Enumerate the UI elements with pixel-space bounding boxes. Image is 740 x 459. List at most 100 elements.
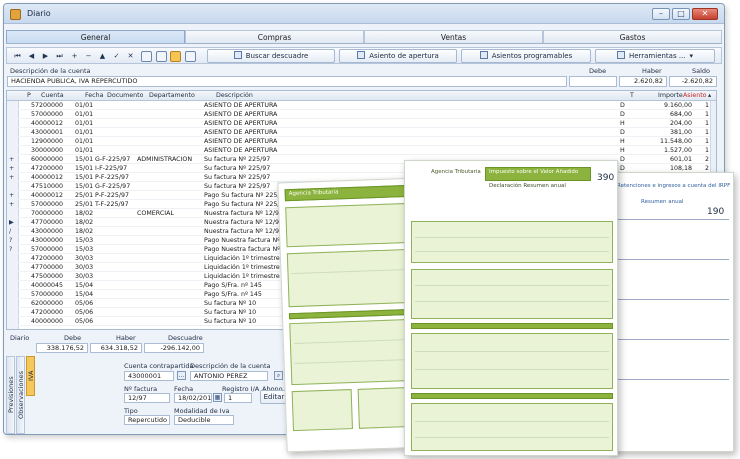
filter-icon[interactable] (141, 51, 152, 62)
prev-record-button[interactable]: ◀ (26, 51, 37, 62)
cell-importe: 11.548,00 (659, 138, 692, 145)
cell-p: + (9, 201, 15, 208)
detail-desc-field[interactable]: ANTONIO PEREZ (190, 371, 268, 381)
cell-cuenta: 57000000 (31, 201, 64, 208)
first-record-button[interactable]: ⏮ (12, 51, 23, 62)
form-190-title: Retenciones e ingresos a cuenta del IRPF (617, 183, 731, 189)
form-390-bar (411, 393, 613, 399)
cell-fecha: 01/01 (75, 120, 94, 127)
form-left-bar (288, 308, 418, 320)
table-row[interactable]: 40000012 01/01 ASIENTO DE APERTURA H 204,00 1 (7, 120, 716, 128)
edit-record-button[interactable]: ▲ (97, 51, 108, 62)
col-header-departamento[interactable]: Departamento (149, 91, 195, 101)
check-icon (233, 51, 242, 59)
registro-field[interactable]: 1 (224, 393, 252, 403)
form-paper-390: Agencia Tributaria Impuesto sobre el Val… (404, 160, 618, 456)
form-paper-190: Retenciones e ingresos a cuenta del IRPF… (610, 172, 734, 452)
col-header-t[interactable]: T (630, 91, 634, 101)
table-row[interactable]: 12900000 01/01 ASIENTO DE APERTURA H 11.548,… (7, 138, 716, 146)
cell-fecha: 15/03 (75, 237, 94, 244)
table-row[interactable]: 57000000 01/01 ASIENTO DE APERTURA D 684,00 1 (7, 111, 716, 119)
form-190-number: 190 (707, 207, 725, 217)
side-tabs: Previsiones Observaciones IVA (6, 356, 36, 434)
close-button[interactable]: ✕ (692, 8, 718, 20)
asiento-apertura-button[interactable]: Asiento de apertura (339, 49, 457, 63)
registro-label: Registro I/A (222, 385, 260, 393)
form-390-section-1 (411, 221, 613, 263)
herramientas-button[interactable]: Herramientas ... ▾ (595, 49, 715, 63)
form-390-number: 390 (597, 173, 615, 183)
cell-descripcion: ASIENTO DE APERTURA (204, 138, 278, 145)
next-record-button[interactable]: ▶ (40, 51, 51, 62)
table-row[interactable]: 57200000 01/01 ASIENTO DE APERTURA D 9.160,0… (7, 102, 716, 110)
table-row[interactable]: 43000001 01/01 ASIENTO DE APERTURA D 381,00 1 (7, 129, 716, 137)
account-haber-field: 2.620,82 (619, 76, 667, 87)
lookup-icon[interactable]: … (177, 371, 186, 380)
binoculars-icon[interactable]: ⌕ (274, 371, 283, 380)
calendar-picker-icon[interactable]: ▦ (213, 393, 222, 402)
col-header-cuenta[interactable]: Cuenta (41, 91, 64, 101)
tab-gastos[interactable]: Gastos (543, 30, 722, 43)
window-title: Diario (27, 9, 51, 18)
form-390-section-2 (411, 269, 613, 319)
cell-fecha: 01/01 (75, 102, 94, 109)
add-record-button[interactable]: + (69, 51, 80, 62)
account-haber-label: Haber (642, 67, 662, 75)
post-record-button[interactable]: ✓ (111, 51, 122, 62)
form-left-section-1 (285, 202, 415, 248)
cell-fecha: 30/03 (75, 264, 94, 271)
fecha-field[interactable]: 18/02/2011 (174, 393, 212, 403)
account-saldo-label: Saldo (692, 67, 711, 75)
col-header-documento[interactable]: Documento (107, 91, 143, 101)
folder-icon[interactable] (170, 51, 181, 62)
buscar-descuadre-button[interactable]: Buscar descuadre (207, 49, 335, 63)
maximize-button[interactable]: □ (672, 8, 690, 20)
cell-fecha: 05/06 (75, 300, 94, 307)
asientos-programables-button[interactable]: Asientos programables (461, 49, 591, 63)
print-icon[interactable] (185, 51, 196, 62)
account-desc-field[interactable]: HACIENDA PUBLICA, IVA REPERCUTIDO (7, 76, 567, 87)
title-bar: Diario – □ ✕ (4, 4, 724, 24)
form-390-line (415, 285, 609, 286)
modalidad-select[interactable]: Deducible (174, 415, 234, 425)
totals-haber-label: Haber (116, 334, 136, 342)
cell-p: + (9, 174, 15, 181)
delete-record-button[interactable]: − (83, 51, 94, 62)
cell-departamento: ADMINISTRACION (137, 156, 193, 163)
col-header-descripcion[interactable]: Descripción (216, 91, 253, 101)
form-390-line (415, 437, 609, 438)
factura-field[interactable]: 12/97 (124, 393, 170, 403)
minimize-button[interactable]: – (652, 8, 670, 20)
calendar-icon (479, 51, 488, 59)
cell-fecha: 01/01 (75, 129, 94, 136)
cell-asiento: 1 (704, 129, 709, 136)
totals-panel: Diario Debe Haber Descuadre 338.176,52 6… (6, 334, 266, 354)
col-header-p[interactable]: P (27, 91, 31, 101)
cell-cuenta: 70000000 (31, 210, 64, 217)
tipo-select[interactable]: Repercutido (124, 415, 170, 425)
form-190-line (617, 379, 729, 380)
table-row[interactable]: 30000000 01/01 ASIENTO DE APERTURA H 1.527,0… (7, 147, 716, 155)
search-icon[interactable] (156, 51, 167, 62)
cell-cuenta: 43000000 (31, 228, 64, 235)
tab-compras[interactable]: Compras (185, 30, 364, 43)
col-header-fecha[interactable]: Fecha (85, 91, 103, 101)
cell-documento: P-F-225/97 (95, 174, 129, 181)
cell-cuenta: 57000000 (31, 291, 64, 298)
tab-general[interactable]: General (6, 30, 185, 43)
side-tab-iva[interactable]: IVA (26, 356, 35, 396)
form-390-subtitle: Declaración Resumen anual (489, 183, 566, 189)
contrapartida-field[interactable]: 43000001 (124, 371, 174, 381)
last-record-button[interactable]: ⏭ (54, 51, 65, 62)
cell-t: D (620, 156, 625, 163)
cell-descripcion: ASIENTO DE APERTURA (204, 111, 278, 118)
col-header-importe[interactable]: Importe (658, 91, 683, 101)
tab-ventas[interactable]: Ventas (364, 30, 543, 43)
side-tab-previsiones[interactable]: Previsiones (6, 356, 15, 434)
col-header-asiento[interactable]: Asiento (683, 91, 707, 101)
cell-p: ? (9, 237, 13, 244)
cell-fecha: 01/01 (75, 147, 94, 154)
cancel-record-button[interactable]: ✕ (125, 51, 136, 62)
side-tab-observaciones[interactable]: Observaciones (16, 356, 25, 434)
cell-cuenta: 47700000 (31, 219, 64, 226)
